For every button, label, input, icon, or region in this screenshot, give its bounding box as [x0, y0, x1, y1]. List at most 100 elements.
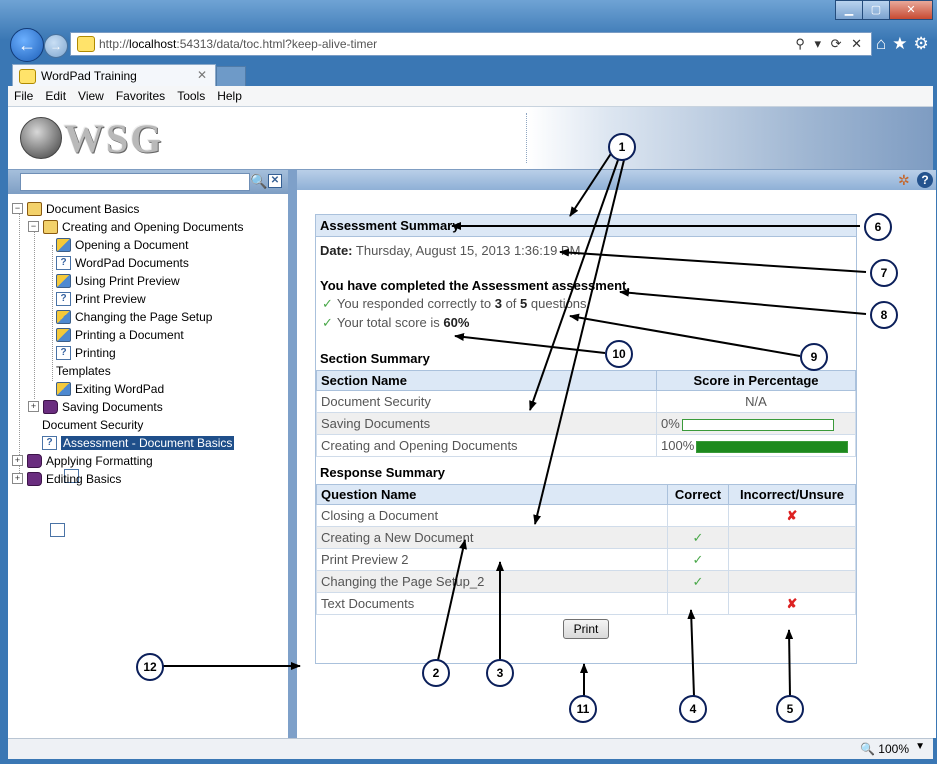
score-progress-bar — [696, 440, 849, 453]
simulation-icon — [56, 327, 71, 342]
correct-cell: ✓ — [667, 526, 729, 549]
tree-item-document-basics[interactable]: − Document Basics — [12, 200, 139, 217]
back-button[interactable]: ← — [10, 28, 44, 62]
tree-item-creating-opening[interactable]: − Creating and Opening Documents — [28, 218, 243, 235]
question-name: Creating a New Document — [316, 526, 668, 549]
close-window-button[interactable]: ✕ — [889, 0, 933, 20]
incorrect-cell — [728, 526, 856, 549]
tab-wordpad-training[interactable]: WordPad Training ✕ — [12, 64, 216, 87]
address-url[interactable]: http://localhost:54313/data/toc.html?kee… — [99, 37, 795, 51]
new-tab-button[interactable] — [216, 66, 246, 88]
tree-item-assessment-document-basics[interactable]: ? Assessment - Document Basics — [42, 434, 235, 451]
correct-cell — [667, 504, 729, 527]
tree-item-templates[interactable]: Templates — [56, 362, 111, 483]
correct-cell: ✓ — [667, 548, 729, 571]
tree-item-opening-document[interactable]: Opening a Document — [56, 236, 188, 253]
tree-line — [19, 209, 20, 481]
book-icon — [27, 453, 42, 468]
print-button[interactable]: Print — [562, 619, 610, 639]
responded-correctly-line: ✓ You responded correctly to 3 of 5 quest… — [322, 296, 591, 311]
collapse-icon[interactable]: − — [28, 221, 39, 232]
address-bar[interactable]: http://localhost:54313/data/toc.html?kee… — [70, 32, 872, 56]
open-book-icon — [27, 201, 42, 216]
expand-icon[interactable]: + — [28, 401, 39, 412]
home-icon[interactable]: ⌂ — [876, 34, 892, 53]
navigation-bar: ← → http://localhost:54313/data/toc.html… — [8, 28, 933, 62]
callout-6: 6 — [864, 213, 892, 241]
logo-text: WSG — [64, 115, 164, 161]
tree-item-using-print-preview[interactable]: Using Print Preview — [56, 272, 180, 289]
incorrect-cell — [728, 570, 856, 593]
minimize-button[interactable]: ▁ — [835, 0, 863, 20]
tree-item-saving-documents[interactable]: + Saving Documents — [28, 398, 163, 415]
menu-view[interactable]: View — [72, 89, 110, 103]
tree-item-document-security[interactable]: Document Security — [42, 416, 143, 537]
menu-help[interactable]: Help — [211, 89, 248, 103]
score-progress-fill — [697, 441, 848, 452]
tab-close-icon[interactable]: ✕ — [197, 68, 207, 82]
back-arrow-icon: ← — [18, 34, 36, 55]
table-row: Document Security N/A — [316, 390, 856, 413]
expand-icon[interactable]: + — [12, 473, 23, 484]
tree-item-print-preview[interactable]: ? Print Preview — [56, 290, 146, 307]
tab-strip: WordPad Training ✕ — [8, 64, 933, 88]
tree-line — [34, 227, 35, 399]
column-header: Correct — [667, 484, 729, 505]
settings-icon[interactable]: ✲ — [898, 172, 914, 188]
tree-item-changing-page-setup[interactable]: Changing the Page Setup — [56, 308, 212, 325]
status-bar: 🔍 100% ▼ — [8, 738, 933, 759]
total-score-line: ✓ Your total score is 60% — [322, 315, 470, 330]
collapse-icon[interactable]: − — [12, 203, 23, 214]
question-name: Closing a Document — [316, 504, 668, 527]
menu-file[interactable]: File — [8, 89, 39, 103]
globe-icon — [20, 117, 62, 159]
tree-item-printing-document[interactable]: Printing a Document — [56, 326, 184, 343]
column-header: Section Name — [316, 370, 657, 391]
content-pane: ✲ ? Assessment Summary Date: Thursday, A… — [294, 170, 936, 738]
callout-7: 7 — [870, 259, 898, 287]
clear-search-icon[interactable]: ✕ — [268, 174, 282, 188]
table-row: Creating a New Document ✓ — [316, 526, 856, 549]
incorrect-cell — [728, 548, 856, 571]
question-name: Print Preview 2 — [316, 548, 668, 571]
tools-gear-icon[interactable]: ⚙ — [914, 34, 935, 53]
menu-tools[interactable]: Tools — [171, 89, 211, 103]
expand-icon[interactable]: + — [12, 455, 23, 466]
callout-10: 10 — [605, 340, 633, 368]
table-header-row: Question Name Correct Incorrect/Unsure — [316, 484, 856, 505]
forward-button[interactable]: → — [44, 34, 68, 58]
table-row: Changing the Page Setup_2 ✓ — [316, 570, 856, 593]
callout-4: 4 — [679, 695, 707, 723]
help-icon[interactable]: ? — [917, 172, 933, 188]
section-summary-table: Section Name Score in Percentage Documen… — [316, 370, 856, 457]
address-controls[interactable]: ⚲ ▾ ⟳ ✕ — [795, 36, 871, 52]
section-summary-heading: Section Summary — [320, 351, 430, 366]
response-summary-table: Question Name Correct Incorrect/Unsure C… — [316, 484, 856, 615]
callout-8: 8 — [870, 301, 898, 329]
zoom-level[interactable]: 🔍 100% — [860, 742, 909, 756]
tree-line — [52, 245, 53, 381]
maximize-button[interactable]: ▢ — [862, 0, 890, 20]
incorrect-cell: ✘ — [728, 504, 856, 527]
assessment-summary-panel: Assessment Summary Date: Thursday, Augus… — [315, 214, 857, 664]
tree-item-exiting-wordpad[interactable]: Exiting WordPad — [56, 380, 164, 397]
callout-9: 9 — [800, 343, 828, 371]
menu-favorites[interactable]: Favorites — [110, 89, 171, 103]
assessment-summary-title: Assessment Summary — [316, 215, 856, 237]
callout-3: 3 — [486, 659, 514, 687]
zoom-dropdown-icon[interactable]: ▼ — [915, 741, 925, 752]
simulation-icon — [56, 273, 71, 288]
tree-item-wordpad-documents[interactable]: ? WordPad Documents — [56, 254, 189, 271]
tree-item-editing-basics[interactable]: + Editing Basics — [12, 470, 121, 487]
tree-item-printing[interactable]: ? Printing — [56, 344, 116, 361]
checkmark-icon: ✓ — [322, 315, 333, 330]
question-icon: ? — [42, 435, 57, 450]
page-content: WSG 🔍 ✕ − Document Basics − Creating and O… — [8, 107, 936, 738]
favorites-star-icon[interactable]: ★ — [892, 34, 913, 53]
tree-item-applying-formatting[interactable]: + Applying Formatting — [12, 452, 153, 469]
book-icon — [27, 471, 42, 486]
search-icon[interactable]: 🔍 — [250, 173, 267, 189]
menu-edit[interactable]: Edit — [39, 89, 72, 103]
table-row: Saving Documents 0% — [316, 412, 856, 435]
toc-search-input[interactable] — [20, 173, 250, 191]
